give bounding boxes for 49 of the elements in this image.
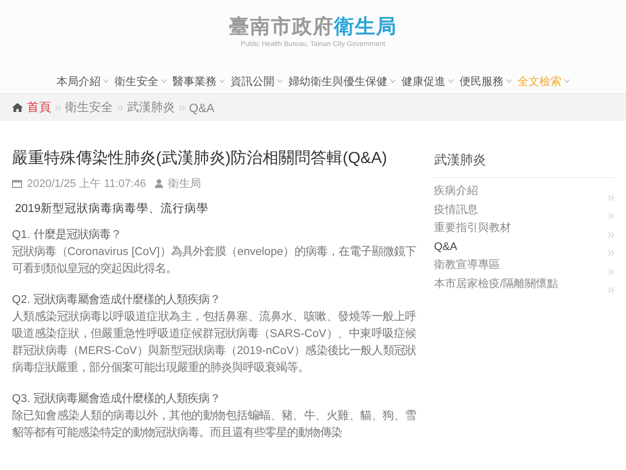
sidebar-link[interactable]: 疾病介紹 — [434, 182, 614, 200]
sidebar-link[interactable]: 衛教宣導專區 — [434, 256, 614, 274]
question-text: Q2. 冠狀病毒屬會造成什麼樣的人類疾病？ — [12, 292, 222, 308]
chevron-icon — [608, 194, 614, 200]
caret-icon — [564, 79, 570, 83]
nav-menu-item[interactable]: 本局介紹 — [56, 74, 108, 88]
chevron-icon — [608, 287, 614, 293]
caret-icon — [276, 79, 282, 83]
post-date: 2020/1/25 上午 11:07:46 — [27, 177, 146, 191]
home-icon — [12, 103, 23, 112]
caret-icon — [102, 79, 108, 83]
answer-text: 除已知會感染人類的病毒以外，其他的動物包括蝙蝠、豬、牛、火雞、貓、狗、雪貂等都有可能感染特定的動物冠狀病毒。而且還有些零星的動物傳染 — [12, 408, 416, 441]
answer-text: 冠狀病毒（Coronavirus [CoV]）為具外套膜（envelope）的病毒，在電子顯微鏡下可看到類似皇冠的突起因此得名。 — [12, 244, 416, 277]
nav-menu-item[interactable]: 婦幼衛生與優生保健 — [288, 74, 396, 88]
caret-icon — [160, 79, 166, 83]
post-author: 衛生局 — [168, 177, 202, 191]
nav-menu-item[interactable]: 資訊公開 — [230, 74, 282, 88]
chevron-icon — [608, 268, 614, 274]
sidebar-link[interactable]: Q&A — [434, 238, 614, 256]
breadcrumb-link[interactable]: 首頁 — [27, 99, 51, 116]
section-heading: 2019新型冠狀病毒病毒學、流行病學 — [15, 201, 210, 216]
sidebar-link[interactable]: 本市居家檢疫/隔離關懷點 — [434, 274, 614, 293]
chevron-icon — [55, 104, 61, 110]
user-icon — [155, 179, 164, 188]
chevron-icon — [117, 104, 123, 110]
answer-text: 人類感染冠狀病毒以呼吸道症狀為主，包括鼻塞、流鼻水、咳嗽、發燒等一般上呼吸道感染症狀，但嚴重急性呼吸道症候群冠狀病毒（SARS-CoV）、中東呼吸症候群冠狀病毒（MERS-CoV）與新型冠狀病毒（2019-nCoV）感染後比一般人類冠狀病毒症狀嚴重，部分個案可能出現嚴重的肺炎與呼吸衰竭等。 — [12, 309, 416, 376]
site-title: 臺南市政府衛生局 — [229, 14, 397, 40]
breadcrumb-link[interactable]: 武漢肺炎 — [127, 99, 175, 116]
sidebar-link[interactable]: 重要指引與教材 — [434, 219, 614, 238]
chevron-icon — [608, 232, 614, 238]
chevron-icon — [608, 213, 614, 219]
chevron-icon — [608, 250, 614, 256]
question-text: Q1. 什麼是冠狀病毒？ — [12, 228, 122, 243]
breadcrumb-link[interactable]: 衛生安全 — [65, 99, 113, 116]
sidebar-link[interactable]: 疫情訊息 — [434, 200, 614, 219]
caret-icon — [390, 79, 396, 83]
caret-icon — [218, 79, 224, 83]
calendar-icon — [12, 179, 22, 188]
caret-icon — [506, 79, 512, 83]
sidebar-title: 武漢肺炎 — [434, 151, 614, 178]
nav-menu-item[interactable]: 健康促進 — [402, 74, 454, 88]
chevron-icon — [179, 104, 185, 110]
nav-menu-item[interactable]: 便民服務 — [460, 74, 512, 88]
article-title: 嚴重特殊傳染性肺炎(武漢肺炎)防治相關問答輯(Q&A) — [12, 148, 388, 169]
nav-menu-item[interactable]: 衛生安全 — [114, 74, 166, 88]
breadcrumb-current[interactable]: Q&A — [189, 100, 214, 114]
nav-menu-item[interactable]: 醫事業務 — [172, 74, 224, 88]
caret-icon — [448, 79, 454, 83]
question-text: Q3. 冠狀病毒屬會造成什麼樣的人類疾病？ — [12, 391, 222, 407]
